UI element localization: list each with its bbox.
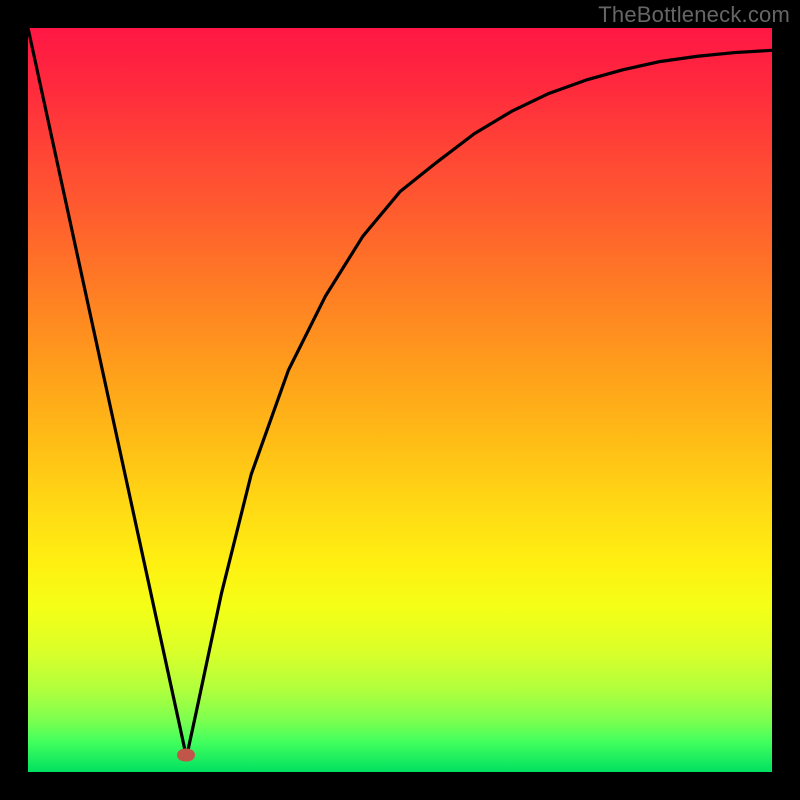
curve-path <box>28 28 772 757</box>
bottleneck-curve <box>28 28 772 772</box>
watermark-label: TheBottleneck.com <box>598 2 790 28</box>
chart-frame: TheBottleneck.com <box>0 0 800 800</box>
plot-area <box>28 28 772 772</box>
min-marker-dot <box>177 748 195 761</box>
